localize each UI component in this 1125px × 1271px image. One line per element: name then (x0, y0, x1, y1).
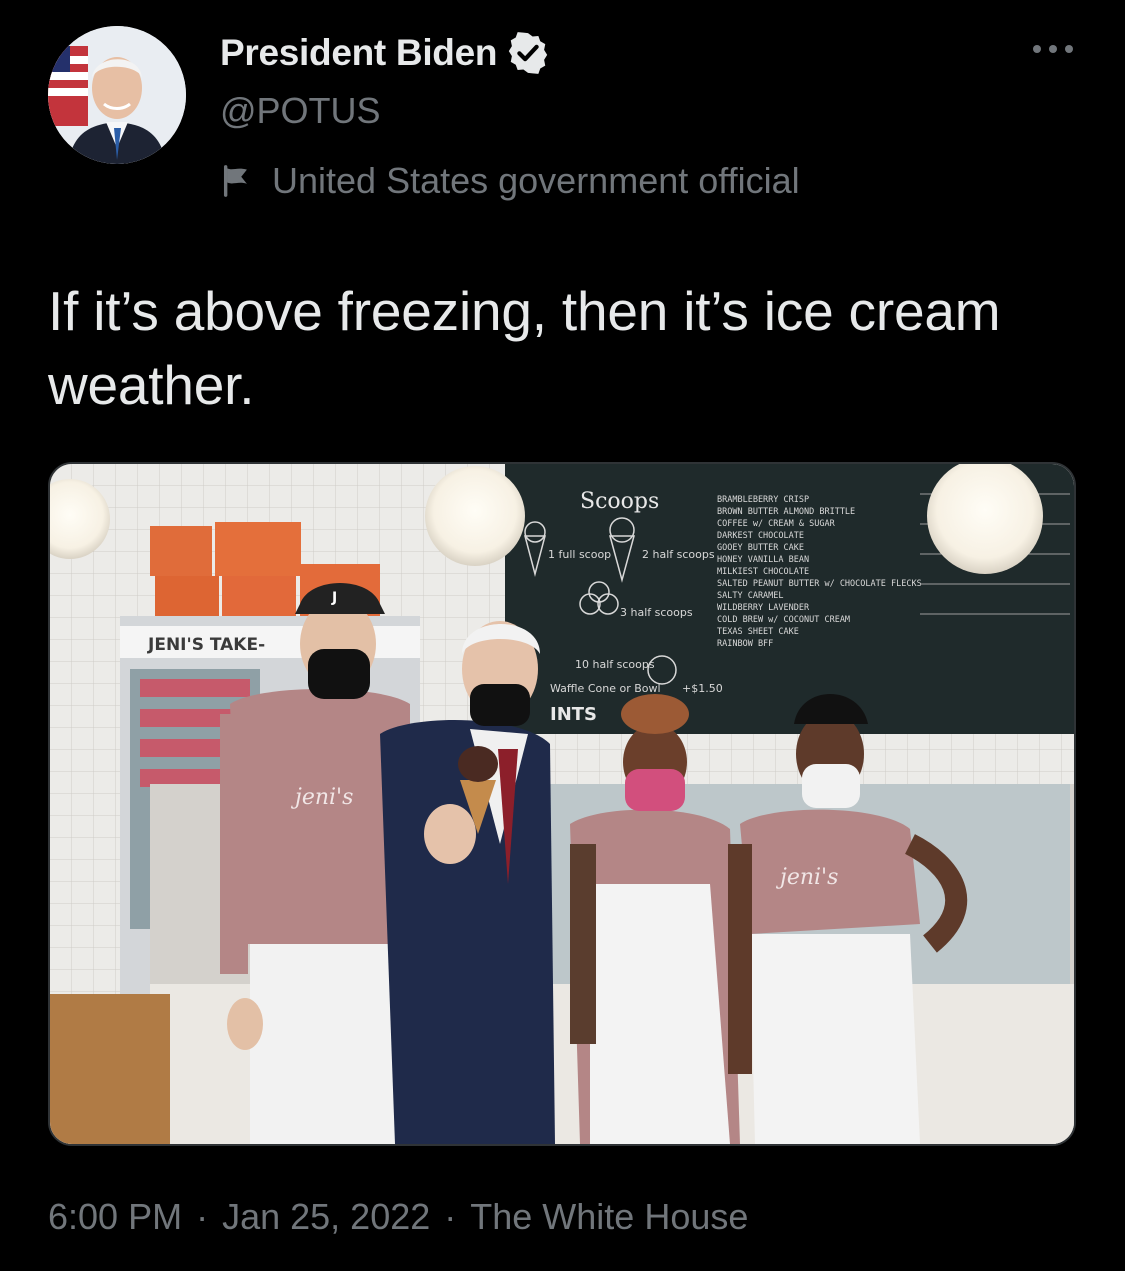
flag-background (48, 46, 88, 126)
pints-label: INTS (550, 704, 597, 725)
flavor-item: TEXAS SHEET CAKE (717, 627, 799, 637)
tweet-photo[interactable]: Scoops 1 full scoop 2 half scoops 3 half… (48, 462, 1076, 1146)
government-label[interactable]: United States government official (220, 160, 800, 202)
government-label-text: United States government official (272, 160, 800, 201)
tweet-source[interactable]: The White House (470, 1196, 748, 1238)
tweet-time[interactable]: 6:00 PM (48, 1196, 182, 1238)
shirt-logo-left: jeni's (290, 785, 353, 810)
author-avatar[interactable] (48, 26, 186, 164)
tweet-meta: 6:00 PM · Jan 25, 2022 · The White House (48, 1196, 748, 1238)
shirt-logo-right: jeni's (775, 865, 838, 890)
meta-separator: · (196, 1196, 209, 1237)
flavor-item: HONEY VANILLA BEAN (717, 555, 809, 565)
author-handle[interactable]: @POTUS (220, 90, 381, 132)
verified-badge-icon (509, 32, 548, 74)
menu-item-1: 1 full scoop (548, 548, 611, 561)
flavor-item: COFFEE w/ CREAM & SUGAR (717, 519, 836, 529)
menu-item-3: 3 half scoops (620, 606, 693, 619)
flavor-item: RAINBOW BFF (717, 639, 773, 649)
flag-icon (223, 165, 247, 197)
flavor-item: SALTY CARAMEL (717, 591, 784, 601)
author-name-row[interactable]: President Biden (220, 30, 551, 76)
cap-letter: J (331, 590, 337, 606)
pendant-lamp-center (425, 466, 525, 566)
menu-item-4: 10 half scoops (575, 658, 655, 671)
ice-cream-shop-photo: Scoops 1 full scoop 2 half scoops 3 half… (50, 464, 1074, 1144)
flavor-item: COLD BREW w/ COCONUT CREAM (717, 615, 850, 625)
flavor-item: WILDBERRY LAVENDER (717, 603, 810, 613)
tweet-date[interactable]: Jan 25, 2022 (222, 1196, 430, 1238)
flavor-item: DARKEST CHOCOLATE (717, 531, 804, 541)
flavor-item: GOOEY BUTTER CAKE (717, 543, 804, 553)
menu-item-2: 2 half scoops (642, 548, 715, 561)
tweet-text: If it’s above freezing, then it’s ice cr… (48, 280, 1001, 416)
flavor-item: SALTED PEANUT BUTTER w/ CHOCOLATE FLECKS (717, 579, 922, 589)
flavor-item: BRAMBLEBERRY CRISP (717, 495, 809, 505)
flavor-item: BROWN BUTTER ALMOND BRITTLE (717, 507, 855, 517)
flavor-item: MILKIEST CHOCOLATE (717, 567, 809, 577)
meta-separator: · (444, 1196, 457, 1237)
author-name[interactable]: President Biden (220, 32, 497, 74)
avatar-image (48, 26, 186, 164)
more-options-icon[interactable] (1031, 38, 1075, 60)
menu-item-5: Waffle Cone or Bowl (550, 682, 661, 695)
menu-title: Scoops (580, 489, 659, 514)
takeout-sign: JENI'S TAKE- (147, 635, 265, 655)
menu-item-6: +$1.50 (682, 682, 723, 695)
